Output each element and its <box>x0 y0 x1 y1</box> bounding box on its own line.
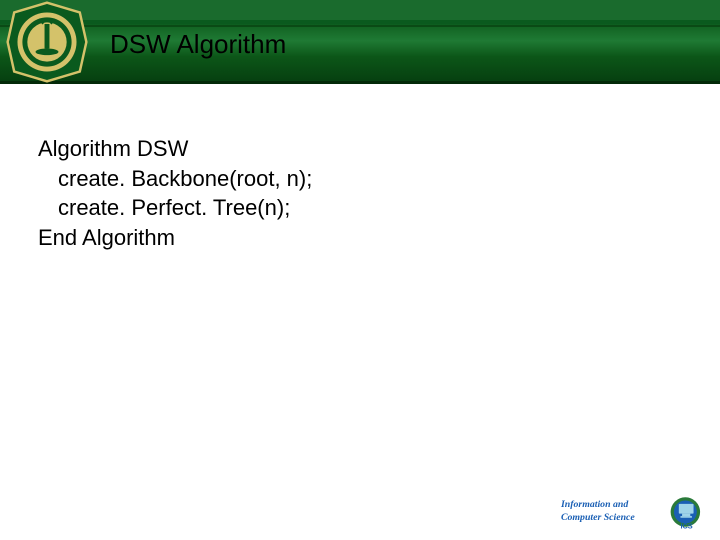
algorithm-line-1: Algorithm DSW <box>38 134 682 164</box>
university-seal-icon <box>6 1 88 83</box>
algorithm-line-3: create. Perfect. Tree(n); <box>38 193 682 223</box>
footer-badge: ICS <box>680 521 692 530</box>
department-logo-icon: Information and Computer Science ICS <box>558 494 708 530</box>
slide-header: DSW Algorithm <box>0 0 720 84</box>
slide-title: DSW Algorithm <box>110 29 286 60</box>
footer-line2: Computer Science <box>561 512 635 523</box>
footer-line1: Information and <box>560 499 629 510</box>
algorithm-line-4: End Algorithm <box>38 223 682 253</box>
slide-content: Algorithm DSW create. Backbone(root, n);… <box>0 84 720 253</box>
algorithm-line-2: create. Backbone(root, n); <box>38 164 682 194</box>
